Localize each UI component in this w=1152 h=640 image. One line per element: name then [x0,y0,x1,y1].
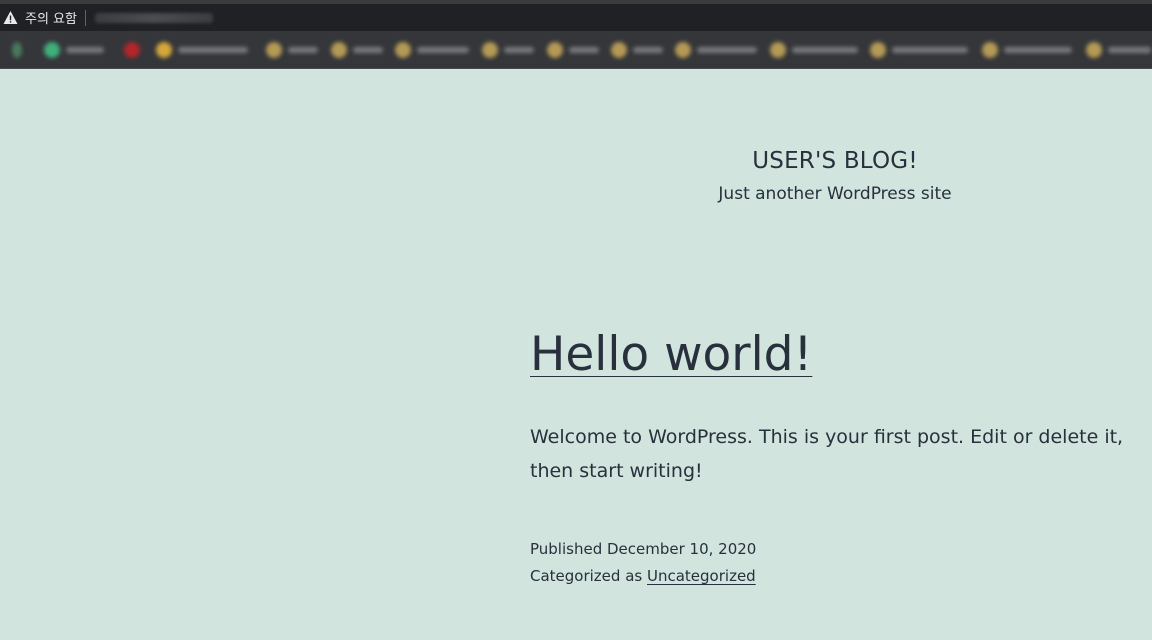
url-text[interactable] [94,12,213,23]
category-link-uncategorized[interactable]: Uncategorized [647,567,756,585]
warning-icon[interactable] [3,10,18,25]
bookmark-item[interactable] [482,41,534,59]
bookmark-item[interactable] [982,41,1072,59]
bookmark-item[interactable] [611,41,663,59]
bookmark-item[interactable] [44,41,104,59]
bookmark-item[interactable] [547,41,599,59]
categorized-label: Categorized as [530,567,643,585]
post-categories: Categorized as Uncategorized [530,567,756,585]
address-bar[interactable]: 주의 요함 [0,4,1152,31]
bookmark-item[interactable] [1086,41,1148,59]
bookmark-item[interactable] [870,41,968,59]
bookmark-item[interactable] [266,41,318,59]
bookmark-item[interactable] [156,41,248,59]
bookmark-item[interactable] [395,41,469,59]
post-title-link[interactable]: Hello world! [530,329,812,381]
bookmark-item[interactable] [770,41,858,59]
post-published-date: Published December 10, 2020 [530,540,757,558]
bookmarks-overflow-icon[interactable] [1145,41,1151,59]
bookmark-item[interactable] [124,41,140,59]
site-description: Just another WordPress site [718,184,952,204]
security-warning-label[interactable]: 주의 요함 [25,8,77,27]
bookmark-item[interactable] [675,41,757,59]
post-content: Welcome to WordPress. This is your first… [530,426,1124,482]
site-title[interactable]: USER'S BLOG! [660,148,1010,174]
bookmark-item[interactable] [331,41,383,59]
bookmarks-bar [0,31,1152,69]
address-divider [84,9,86,26]
bookmark-item[interactable] [12,41,22,59]
